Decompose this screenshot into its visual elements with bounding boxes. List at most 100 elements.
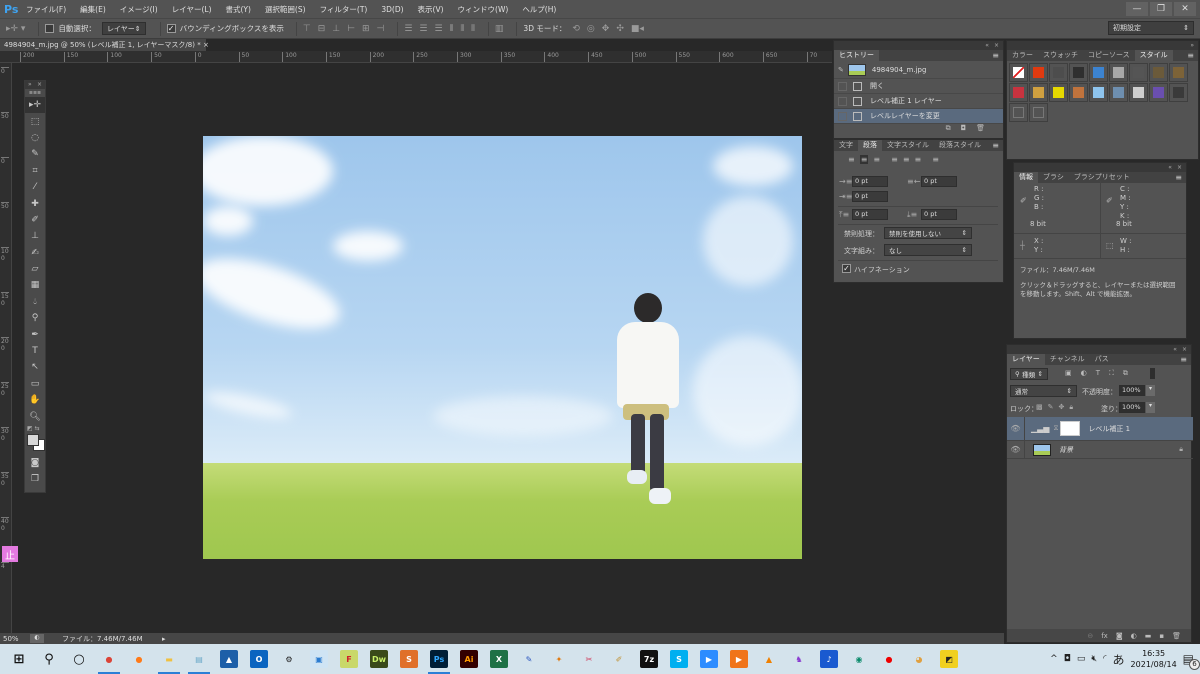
clone-stamp-tool-icon[interactable]: ⊥ xyxy=(25,228,45,244)
blend-mode-dropdown[interactable]: 通常 ⇕ xyxy=(1010,385,1077,397)
tab-info[interactable]: 情報 xyxy=(1014,172,1038,183)
tab-channels[interactable]: チャンネル xyxy=(1045,354,1090,365)
style-swatch[interactable] xyxy=(1169,63,1188,82)
lock-position-icon[interactable]: ✥ xyxy=(1059,403,1065,412)
clock[interactable]: 16:35 2021/08/14 xyxy=(1131,648,1177,670)
panel-menu-icon[interactable]: ≡ xyxy=(1180,355,1187,364)
close-button[interactable]: ✕ xyxy=(1174,2,1196,16)
stop-badge[interactable]: 止 xyxy=(2,546,18,562)
history-checkbox[interactable] xyxy=(838,81,847,91)
fx-icon[interactable]: fx xyxy=(1101,632,1108,640)
space-before-field[interactable]: 0 pt xyxy=(852,209,888,220)
menu-help[interactable]: ヘルプ(H) xyxy=(522,4,556,15)
taskbar-excel[interactable]: X xyxy=(486,646,512,672)
fill-field[interactable]: 100% xyxy=(1119,402,1145,413)
hyphenation-checkbox[interactable]: ✓ xyxy=(842,264,851,273)
zoom-level[interactable]: 50% xyxy=(0,635,30,643)
taskbar-butterfly[interactable]: ✦ xyxy=(546,646,572,672)
move-tool-icon[interactable]: ▸✛ xyxy=(25,97,45,114)
battery-icon[interactable]: ▭ xyxy=(1077,654,1086,664)
hand-tool-icon[interactable]: ✋ xyxy=(25,392,45,408)
tab-close-icon[interactable]: × xyxy=(203,41,209,49)
taskbar-firefox[interactable]: ● xyxy=(126,646,152,672)
distribute-vcenter-icon[interactable]: ☰ xyxy=(419,24,427,34)
style-swatch[interactable] xyxy=(1029,83,1048,102)
tab-character[interactable]: 文字 xyxy=(834,140,858,151)
document-tab[interactable]: 4984904_m.jpg @ 50% (レベル補正 1, レイヤーマスク/8)… xyxy=(0,39,209,51)
history-state-selected[interactable]: レベルレイヤーを変更 xyxy=(834,109,1003,124)
3d-slide-icon[interactable]: ✣ xyxy=(616,24,624,34)
style-swatch[interactable] xyxy=(1009,103,1028,122)
visibility-eye-icon[interactable]: 👁︎ xyxy=(1007,416,1025,441)
close-icon[interactable]: × xyxy=(37,81,42,89)
3d-scale-icon[interactable]: ■◂ xyxy=(631,24,644,34)
menu-type[interactable]: 書式(Y) xyxy=(226,4,251,15)
style-swatch[interactable] xyxy=(1049,63,1068,82)
meet-now-icon[interactable]: ◘ xyxy=(1064,654,1071,664)
align-center-icon[interactable]: ≡ xyxy=(859,155,869,164)
tab-styles[interactable]: スタイル xyxy=(1134,50,1173,61)
collapse-icon[interactable]: « xyxy=(985,42,989,49)
distribute-top-icon[interactable]: ☰ xyxy=(404,24,412,34)
taskbar-cortana[interactable]: ○ xyxy=(66,646,92,672)
history-snapshot[interactable]: ✎ 4984904_m.jpg xyxy=(834,61,1003,79)
taskbar-paint[interactable]: ✐ xyxy=(606,646,632,672)
mojikumi-dropdown[interactable]: なし ⇕ xyxy=(884,244,972,256)
style-swatch[interactable] xyxy=(1009,63,1028,82)
link-layers-icon[interactable]: ⊖ xyxy=(1087,632,1093,640)
taskbar-vlc[interactable]: ▲ xyxy=(756,646,782,672)
justify-all-icon[interactable]: ≡ xyxy=(932,155,939,164)
close-icon[interactable]: × xyxy=(994,42,999,49)
distribute-left-icon[interactable]: ⫴ xyxy=(450,24,454,34)
dodge-tool-icon[interactable]: ⚲ xyxy=(25,310,45,326)
collapse-icon[interactable]: » xyxy=(28,81,32,89)
filter-shape-icon[interactable]: ⛶ xyxy=(1109,369,1114,378)
layer-mask-thumbnail[interactable] xyxy=(1060,421,1081,436)
style-swatch[interactable] xyxy=(1029,103,1048,122)
taskbar-dreamweaver[interactable]: Dw xyxy=(366,646,392,672)
taskbar-sticky-notes[interactable]: ◩ xyxy=(936,646,962,672)
adjustment-layer-icon[interactable]: ◐ xyxy=(1131,632,1137,640)
eyedropper-tool-icon[interactable]: ⁄ xyxy=(25,179,45,195)
fill-slider-toggle[interactable]: ▾ xyxy=(1146,402,1155,413)
taskbar-green-app[interactable]: ◉ xyxy=(846,646,872,672)
menu-file[interactable]: ファイル(F) xyxy=(26,4,66,15)
distribute-right-icon[interactable]: ⫴ xyxy=(471,24,475,34)
taskbar-music[interactable]: ♪ xyxy=(816,646,842,672)
tab-paths[interactable]: パス xyxy=(1090,354,1114,365)
tab-brush[interactable]: ブラシ xyxy=(1038,172,1069,183)
taskbar-file-explorer[interactable]: ▬ xyxy=(156,646,182,674)
panel-menu-icon[interactable]: ≡ xyxy=(1175,173,1182,182)
status-menu-arrow-icon[interactable]: ▸ xyxy=(162,635,166,643)
history-state[interactable]: 開く xyxy=(834,79,1003,94)
style-swatch[interactable] xyxy=(1129,83,1148,102)
panel-header[interactable]: «× xyxy=(1014,163,1186,172)
indent-right-field[interactable]: 0 pt xyxy=(921,176,957,187)
justify-left-icon[interactable]: ≡ xyxy=(891,155,898,164)
style-swatch[interactable] xyxy=(1109,63,1128,82)
camera-icon[interactable]: ◘ xyxy=(961,124,967,134)
auto-align-icon[interactable]: ▥ xyxy=(495,24,504,34)
align-left-icon[interactable]: ⊢ xyxy=(347,24,355,34)
quick-select-tool-icon[interactable]: ✎ xyxy=(25,146,45,162)
tab-brush-presets[interactable]: ブラシプリセット xyxy=(1069,172,1135,183)
collapse-icon[interactable]: « xyxy=(1173,346,1177,353)
delete-layer-icon[interactable]: 🗑︎ xyxy=(1172,632,1181,640)
lock-transparency-icon[interactable]: ▩ xyxy=(1036,403,1043,412)
menu-view[interactable]: 表示(V) xyxy=(418,4,444,15)
space-after-field[interactable]: 0 pt xyxy=(921,209,957,220)
layer-row-selected[interactable]: 👁︎ ▁▃▅ ⧖ レベル補正 1 xyxy=(1007,416,1193,441)
menu-layer[interactable]: レイヤー(L) xyxy=(172,4,212,15)
indent-first-line-field[interactable]: 0 pt xyxy=(852,191,888,202)
layer-name[interactable]: レベル補正 1 xyxy=(1088,424,1130,434)
quick-mask-icon[interactable]: ◙ xyxy=(25,455,45,471)
minimize-button[interactable]: — xyxy=(1126,2,1148,16)
taskbar-search[interactable]: ⚲ xyxy=(36,646,62,672)
brush-tool-icon[interactable]: ✐ xyxy=(25,212,45,228)
style-swatch[interactable] xyxy=(1089,83,1108,102)
horizontal-ruler[interactable]: 200 150 100 50 0 50 100 150 200 250 300 350 400 450 50… xyxy=(0,51,832,63)
panel-menu-icon[interactable]: ≡ xyxy=(992,141,999,150)
3d-rotate-icon[interactable]: ⟲ xyxy=(572,24,580,34)
tab-color[interactable]: カラー xyxy=(1007,50,1038,61)
close-icon[interactable]: × xyxy=(1177,164,1182,171)
